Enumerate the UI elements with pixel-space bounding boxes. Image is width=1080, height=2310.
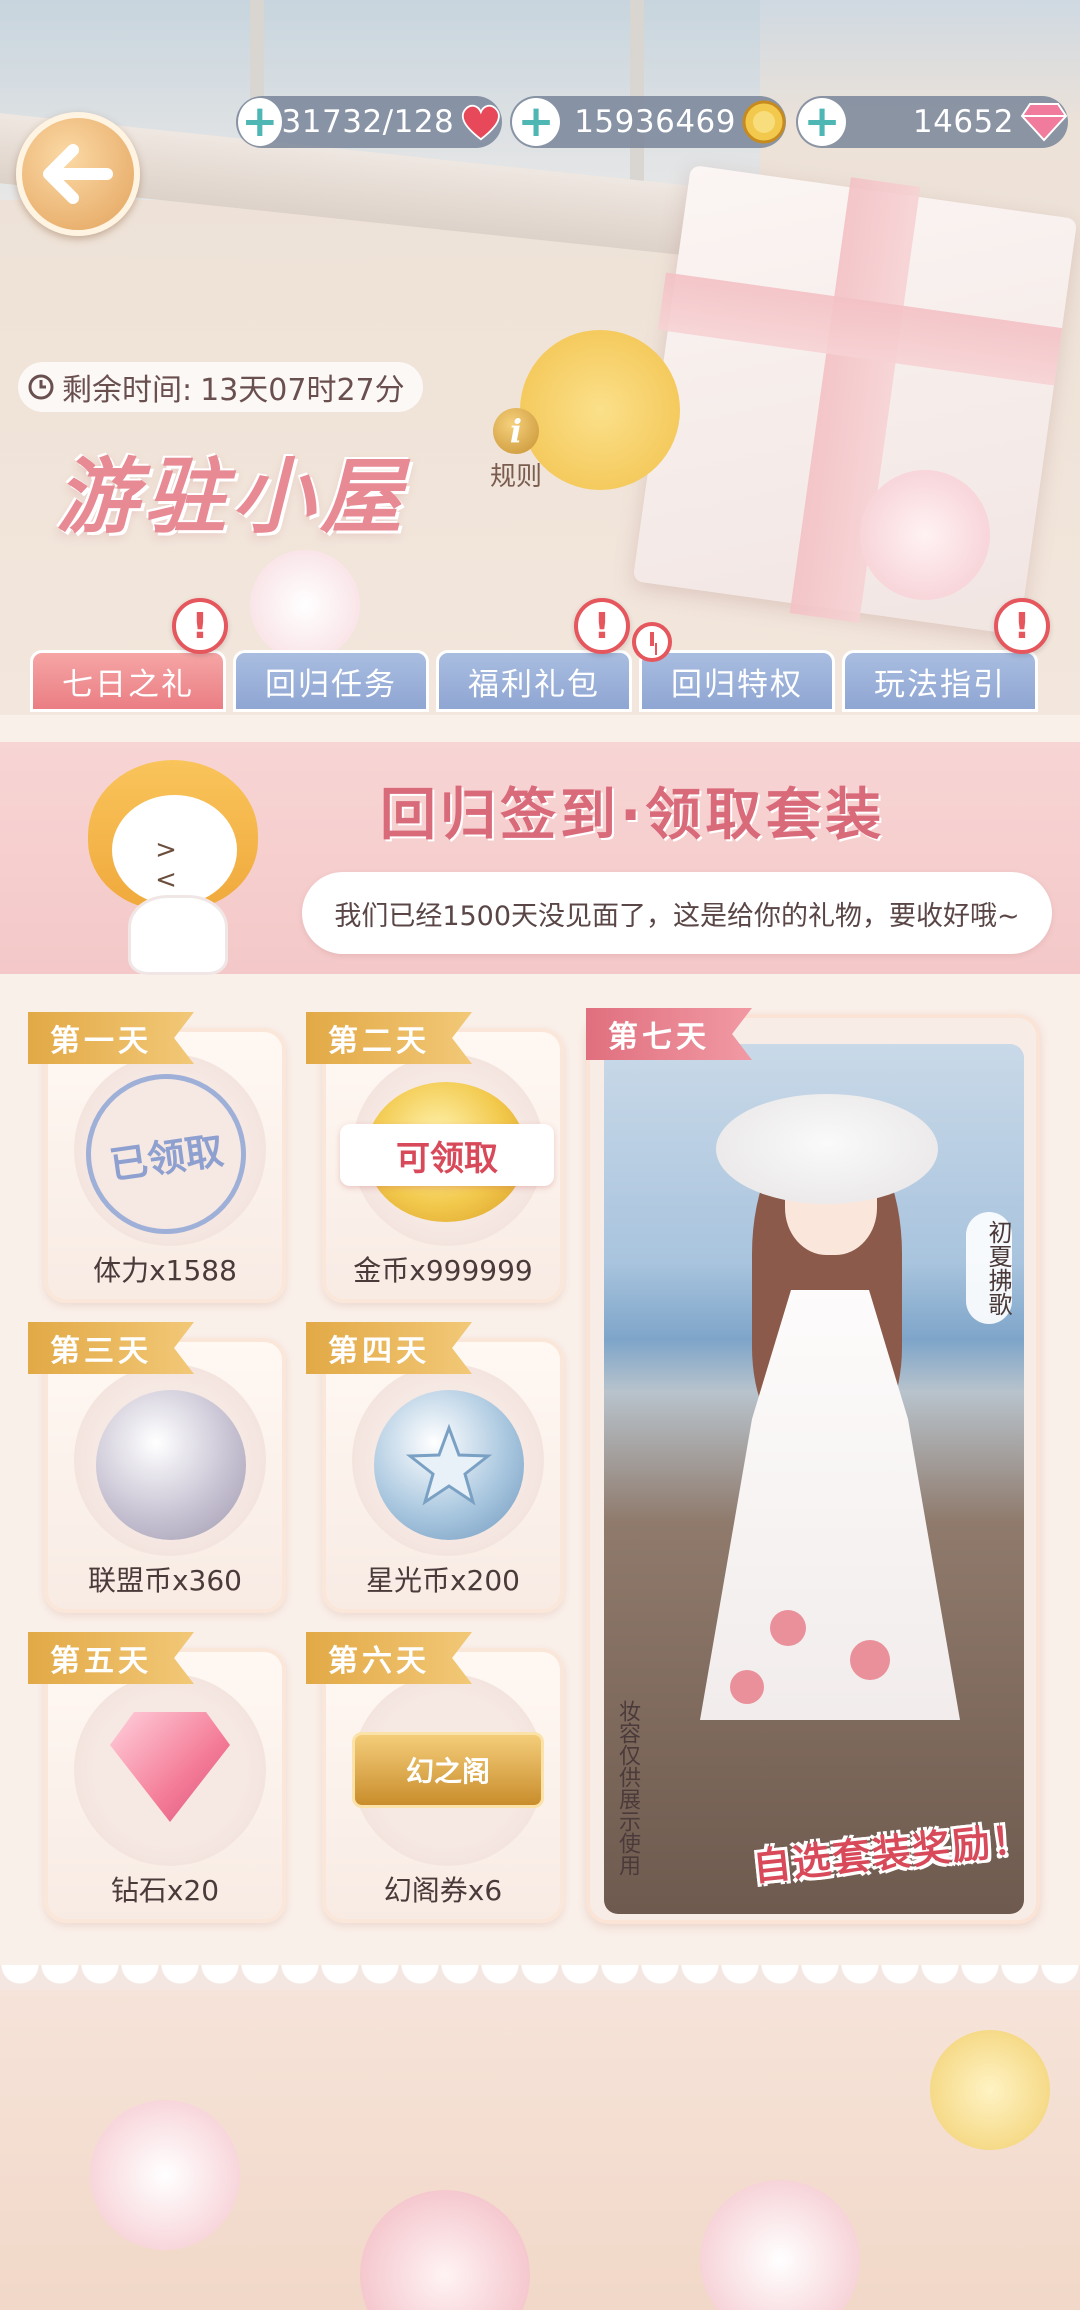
add-diamond-button[interactable]: + bbox=[798, 98, 846, 146]
alert-icon: ! bbox=[994, 598, 1050, 654]
reward-name: 金币x999999 bbox=[353, 1254, 533, 1287]
rose-coin-icon bbox=[96, 1390, 246, 1540]
day-1-card[interactable]: 已领取 体力x1588 bbox=[44, 1028, 286, 1303]
day-4-label: 第四天 bbox=[306, 1322, 472, 1374]
character-hat bbox=[716, 1094, 938, 1204]
cat-mascot-body bbox=[128, 895, 228, 975]
diamond-value: 14652 bbox=[912, 104, 1014, 140]
dress-flower bbox=[770, 1610, 806, 1646]
dress-flower bbox=[730, 1670, 764, 1704]
tab-return-privileges[interactable]: 回归特权 bbox=[639, 650, 835, 712]
page-title: 游驻小屋 bbox=[56, 449, 408, 545]
banner-title: 回归签到·领取套装 bbox=[380, 783, 886, 848]
reward-name: 体力x1588 bbox=[93, 1254, 237, 1287]
add-stamina-button[interactable]: + bbox=[238, 98, 282, 146]
makeup-disclaimer: 妆容仅供展示使用 bbox=[615, 1700, 640, 1876]
alert-icon: ! bbox=[172, 598, 228, 654]
timer-label: 剩余时间: bbox=[62, 373, 193, 408]
flower-decoration bbox=[250, 550, 360, 660]
cat-mascot-eyes: >< bbox=[155, 835, 195, 895]
tab-bar: 七日之礼 回归任务 福利礼包 回归特权 玩法指引 bbox=[30, 650, 1050, 712]
reward-name: 钻石x20 bbox=[110, 1874, 220, 1907]
day-2-card[interactable]: 可领取 金币x999999 bbox=[322, 1028, 564, 1303]
star-icon bbox=[405, 1423, 493, 1506]
day-6-card[interactable]: 幻之阁 幻阁券x6 bbox=[322, 1648, 564, 1923]
add-gold-button[interactable]: + bbox=[512, 98, 560, 146]
back-button[interactable] bbox=[16, 112, 140, 236]
heart-icon bbox=[462, 104, 501, 141]
alert-icon: ! bbox=[574, 598, 630, 654]
tab-gameplay-guide[interactable]: 玩法指引 bbox=[842, 650, 1038, 712]
flower-decoration bbox=[860, 470, 990, 600]
day-5-label: 第五天 bbox=[28, 1632, 194, 1684]
flower-decoration bbox=[930, 2030, 1050, 2150]
day-1-label: 第一天 bbox=[28, 1012, 194, 1064]
coin-icon bbox=[742, 100, 786, 144]
stamina-value: 31732/128 bbox=[281, 104, 455, 140]
diamond-counter: + 14652 bbox=[796, 96, 1068, 148]
rules-button[interactable]: i 规则 bbox=[484, 408, 548, 493]
info-icon: i bbox=[493, 408, 539, 454]
outfit-name: 初夏拂歌 bbox=[966, 1212, 1012, 1324]
day-2-label: 第二天 bbox=[306, 1012, 472, 1064]
gold-value: 15936469 bbox=[574, 104, 736, 140]
diamond-icon bbox=[1020, 103, 1068, 142]
day-4-card[interactable]: 星光币x200 bbox=[322, 1338, 564, 1613]
claimed-label: 已领取 bbox=[106, 1127, 226, 1188]
tab-seven-day-gift[interactable]: 七日之礼 bbox=[30, 650, 226, 712]
day-3-label: 第三天 bbox=[28, 1322, 194, 1374]
timer-value: 13天07时27分 bbox=[200, 373, 405, 408]
dress-flower bbox=[850, 1640, 890, 1680]
tab-return-tasks[interactable]: 回归任务 bbox=[233, 650, 429, 712]
reward-name: 星光币x200 bbox=[365, 1564, 520, 1597]
speech-bubble: 我们已经1500天没见面了，这是给你的礼物，要收好哦~ bbox=[302, 872, 1052, 954]
reward-name: 幻阁券x6 bbox=[383, 1874, 503, 1907]
gold-counter: + 15936469 bbox=[510, 96, 786, 148]
alarm-clock-icon bbox=[632, 622, 672, 662]
clock-icon bbox=[28, 374, 54, 400]
back-arrow-icon bbox=[43, 144, 113, 204]
reward-name: 联盟币x360 bbox=[87, 1564, 242, 1597]
day-3-card[interactable]: 联盟币x360 bbox=[44, 1338, 286, 1613]
day-6-label: 第六天 bbox=[306, 1632, 472, 1684]
rules-label: 规则 bbox=[489, 462, 542, 492]
day-5-card[interactable]: 钻石x20 bbox=[44, 1648, 286, 1923]
star-coin-icon bbox=[374, 1390, 524, 1540]
flower-decoration bbox=[90, 2100, 240, 2250]
remaining-time: 剩余时间: 13天07时27分 bbox=[18, 362, 423, 412]
claim-button[interactable]: 可领取 bbox=[340, 1124, 554, 1186]
welcome-message: 我们已经1500天没见面了，这是给你的礼物，要收好哦~ bbox=[334, 900, 1020, 932]
stamina-counter: + 31732/128 bbox=[236, 96, 502, 148]
tab-welfare-pack[interactable]: 福利礼包 bbox=[436, 650, 632, 712]
ticket-icon: 幻之阁 bbox=[352, 1732, 544, 1808]
day-7-label: 第七天 bbox=[586, 1008, 752, 1060]
